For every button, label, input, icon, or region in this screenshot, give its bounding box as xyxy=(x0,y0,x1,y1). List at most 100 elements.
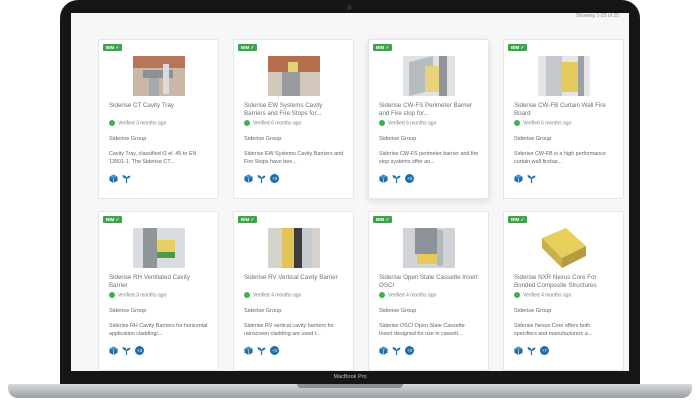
verified-check-icon xyxy=(244,292,250,298)
verified-check-icon xyxy=(514,292,520,298)
bim-cube-icon xyxy=(109,346,118,356)
manufacturer-name[interactable]: Siderise Group xyxy=(109,136,146,142)
product-image[interactable] xyxy=(133,228,185,268)
verified-text: Verified 3 months ago xyxy=(118,292,167,299)
bim-badge: BIM ✓ xyxy=(508,216,528,223)
product-description: Siderise OSCI Open State Cassette Insert… xyxy=(379,323,465,337)
product-image[interactable] xyxy=(268,56,320,96)
more-features-badge[interactable]: +3 xyxy=(405,346,414,356)
bim-cube-icon xyxy=(514,174,523,184)
product-title[interactable]: Siderise RV Vertical Cavity Barrier xyxy=(244,274,344,282)
manufacturer-name[interactable]: Siderise Group xyxy=(379,136,416,142)
product-features xyxy=(109,170,135,184)
product-description: Siderise Nexus Core offers both specifie… xyxy=(514,323,593,337)
product-card[interactable]: BIM ✓ Siderise Open State Cassette Inser… xyxy=(368,211,489,371)
sustainability-sprout-icon xyxy=(527,346,536,356)
product-card[interactable]: BIM ✓ Siderise CW-FB Curtain Wall Fire B… xyxy=(503,39,624,199)
product-features: +3 xyxy=(244,342,279,356)
product-features: +3 xyxy=(379,342,414,356)
product-features: +3 xyxy=(109,342,144,356)
verified-check-icon xyxy=(244,120,250,126)
bim-badge: BIM ✓ xyxy=(103,44,123,51)
product-description: Siderise RV vertical cavity barriers for… xyxy=(244,323,334,337)
product-image[interactable] xyxy=(538,56,590,96)
verified-check-icon xyxy=(379,120,385,126)
product-title[interactable]: Siderise RH Ventilated Cavity Barrier xyxy=(109,274,209,290)
verified-status: Verified 4 months ago xyxy=(379,292,436,298)
verified-status: Verified 3 months ago xyxy=(109,292,166,298)
manufacturer-name[interactable]: Siderise Group xyxy=(514,136,551,142)
product-features: +3 xyxy=(244,170,279,184)
sustainability-sprout-icon xyxy=(392,346,401,356)
verified-text: Verified 4 months ago xyxy=(388,292,437,299)
verified-status: Verified 6 months ago xyxy=(514,120,571,126)
more-features-badge[interactable]: +7 xyxy=(540,346,549,356)
verified-check-icon xyxy=(109,120,115,126)
screen: Showing 1-25 of 25 BIM ✓ Siderise CT Cav… xyxy=(71,13,629,371)
bim-cube-icon xyxy=(244,174,253,184)
product-title[interactable]: Siderise NXR Nexus Core For Bonded Compo… xyxy=(514,274,614,290)
product-card[interactable]: BIM ✓ Siderise NXR Nexus Core For Bonded… xyxy=(503,211,624,371)
laptop-notch xyxy=(297,384,403,388)
sustainability-sprout-icon xyxy=(257,346,266,356)
product-description: Siderise CW-FS perimeter barrier and fir… xyxy=(379,151,479,165)
product-card[interactable]: BIM ✓ Siderise CW-FS Perimeter Barrier a… xyxy=(368,39,489,199)
more-features-badge[interactable]: +3 xyxy=(270,174,279,184)
bim-cube-icon xyxy=(379,346,388,356)
verified-text: Verified 6 months ago xyxy=(388,120,437,127)
product-features: +7 xyxy=(514,342,549,356)
bim-cube-icon xyxy=(244,346,253,356)
laptop-lid: Showing 1-25 of 25 BIM ✓ Siderise CT Cav… xyxy=(60,0,640,391)
product-card[interactable]: BIM ✓ Siderise RH Ventilated Cavity Barr… xyxy=(98,211,219,371)
manufacturer-name[interactable]: Siderise Group xyxy=(514,308,551,314)
verified-status: Verified 4 months ago xyxy=(244,292,301,298)
sustainability-sprout-icon xyxy=(392,174,401,184)
product-card[interactable]: BIM ✓ Siderise RV Vertical Cavity Barrie… xyxy=(233,211,354,371)
sustainability-sprout-icon xyxy=(122,174,131,184)
product-features: +3 xyxy=(379,170,414,184)
product-card[interactable]: BIM ✓ Siderise CT Cavity Tray Verified 3… xyxy=(98,39,219,199)
sustainability-sprout-icon xyxy=(257,174,266,184)
bim-badge: BIM ✓ xyxy=(238,44,258,51)
product-image[interactable] xyxy=(403,56,455,96)
verified-text: Verified 6 months ago xyxy=(253,120,302,127)
bim-badge: BIM ✓ xyxy=(373,44,393,51)
manufacturer-name[interactable]: Siderise Group xyxy=(244,308,281,314)
product-title[interactable]: Siderise EW Systems Cavity Barriers and … xyxy=(244,102,344,118)
product-image[interactable] xyxy=(133,56,185,96)
verified-text: Verified 6 months ago xyxy=(523,120,572,127)
verified-text: Verified 4 months ago xyxy=(253,292,302,299)
product-image[interactable] xyxy=(403,228,455,268)
product-title[interactable]: Siderise CW-FS Perimeter Barrier and Fir… xyxy=(379,102,479,118)
bim-cube-icon xyxy=(379,174,388,184)
manufacturer-name[interactable]: Siderise Group xyxy=(379,308,416,314)
product-title[interactable]: Siderise CT Cavity Tray xyxy=(109,102,209,110)
bim-badge: BIM ✓ xyxy=(238,216,258,223)
product-features xyxy=(514,170,540,184)
more-features-badge[interactable]: +3 xyxy=(270,346,279,356)
verified-status: Verified 6 months ago xyxy=(244,120,301,126)
product-description: Cavity Tray, classified t2 el. 45 to EN … xyxy=(109,151,197,165)
more-features-badge[interactable]: +3 xyxy=(405,174,414,184)
verified-status: Verified 4 months ago xyxy=(514,292,571,298)
product-title[interactable]: Siderise CW-FB Curtain Wall Fire Board xyxy=(514,102,614,118)
bim-badge: BIM ✓ xyxy=(373,216,393,223)
verified-check-icon xyxy=(109,292,115,298)
device-brand: MacBook Pro xyxy=(333,374,367,380)
product-image[interactable] xyxy=(538,228,590,268)
more-features-badge[interactable]: +3 xyxy=(135,346,144,356)
manufacturer-name[interactable]: Siderise Group xyxy=(109,308,146,314)
bim-cube-icon xyxy=(109,174,118,184)
product-card[interactable]: BIM ✓ Siderise EW Systems Cavity Barrier… xyxy=(233,39,354,199)
verified-text: Verified 3 months ago xyxy=(118,120,167,127)
product-title[interactable]: Siderise Open State Cassette Insert OSCI xyxy=(379,274,479,290)
product-image[interactable] xyxy=(268,228,320,268)
product-description: Siderise CW-FB is a high performance cur… xyxy=(514,151,606,165)
manufacturer-name[interactable]: Siderise Group xyxy=(244,136,281,142)
bim-cube-icon xyxy=(514,346,523,356)
results-count: Showing 1-25 of 25 xyxy=(575,13,619,19)
product-description: Siderise RH Cavity Barriers for horizont… xyxy=(109,323,208,337)
sustainability-sprout-icon xyxy=(122,346,131,356)
bim-badge: BIM ✓ xyxy=(103,216,123,223)
camera-icon xyxy=(347,5,352,10)
